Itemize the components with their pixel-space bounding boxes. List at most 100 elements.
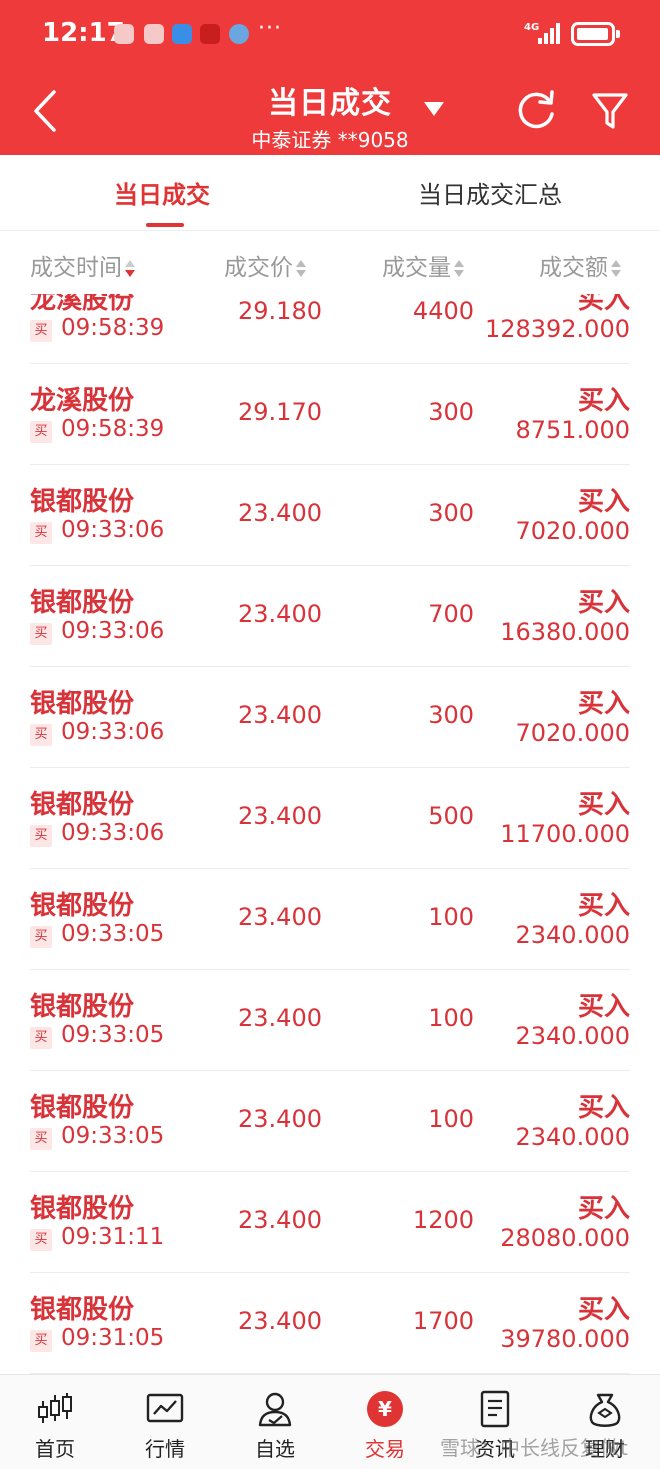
nav-home[interactable]: 首页 bbox=[0, 1375, 110, 1469]
filter-icon bbox=[592, 93, 628, 129]
table-row[interactable]: 银都股份买 09:33:05 23.400 100 买入 2340.000 bbox=[0, 869, 660, 970]
trade-time: 09:33:06 bbox=[61, 719, 165, 745]
nav-market[interactable]: 行情 bbox=[110, 1375, 220, 1469]
trade-amount: 7020.000 bbox=[515, 719, 630, 747]
trade-side: 买入 bbox=[577, 386, 630, 416]
table-header: 成交时间 成交价 成交量 成交额 bbox=[0, 232, 660, 294]
table-row[interactable]: 龙溪股份买 09:58:39 29.180 4400 买入 128392.000 bbox=[0, 294, 660, 364]
trade-list[interactable]: 龙溪股份买 09:58:39 29.180 4400 买入 128392.000 龙溪股份买… bbox=[0, 294, 660, 1374]
chevron-left-icon bbox=[34, 90, 56, 132]
trade-price: 23.400 bbox=[238, 903, 322, 931]
filter-button[interactable] bbox=[590, 90, 630, 132]
battery-icon bbox=[571, 22, 620, 46]
trade-price: 23.400 bbox=[238, 1307, 322, 1335]
sort-icon bbox=[611, 259, 621, 278]
trade-side: 买入 bbox=[577, 689, 630, 719]
browser-icon bbox=[229, 24, 249, 44]
signal-icon: 4G bbox=[524, 20, 564, 46]
nav-label: 行情 bbox=[145, 1437, 185, 1461]
trade-amount: 11700.000 bbox=[500, 820, 630, 848]
table-row[interactable]: 银都股份买 09:33:06 23.400 700 买入 16380.000 bbox=[0, 566, 660, 667]
buy-tag: 买 bbox=[30, 320, 52, 342]
active-tab-indicator bbox=[146, 223, 184, 227]
refresh-button[interactable] bbox=[514, 88, 558, 132]
column-header-quantity[interactable]: 成交量 bbox=[382, 248, 464, 282]
table-row[interactable]: 银都股份买 09:31:05 23.400 1700 买入 39780.000 bbox=[0, 1273, 660, 1374]
trade-time: 09:33:06 bbox=[61, 618, 165, 644]
table-row[interactable]: 银都股份买 09:33:06 23.400 300 买入 7020.000 bbox=[0, 465, 660, 566]
trade-amount: 28080.000 bbox=[500, 1224, 630, 1252]
stock-name: 银都股份 bbox=[30, 1295, 135, 1325]
trade-amount: 2340.000 bbox=[515, 1022, 630, 1050]
trade-amount: 2340.000 bbox=[515, 921, 630, 949]
nav-trade[interactable]: ¥ 交易 bbox=[330, 1375, 440, 1469]
tab-daily-trades-summary[interactable]: 当日成交汇总 bbox=[418, 175, 562, 210]
table-row[interactable]: 银都股份买 09:31:11 23.400 1200 买入 28080.000 bbox=[0, 1172, 660, 1273]
nav-watchlist[interactable]: 自选 bbox=[220, 1375, 330, 1469]
column-header-time[interactable]: 成交时间 bbox=[30, 248, 135, 282]
table-row[interactable]: 龙溪股份买 09:58:39 29.170 300 买入 8751.000 bbox=[0, 364, 660, 465]
column-label: 成交时间 bbox=[30, 255, 122, 281]
column-header-amount[interactable]: 成交额 bbox=[539, 248, 621, 282]
trade-time: 09:31:11 bbox=[61, 1224, 165, 1250]
trade-side: 买入 bbox=[577, 992, 630, 1022]
stock-name: 龙溪股份 bbox=[30, 294, 135, 315]
more-notifications-icon: ··· bbox=[258, 16, 282, 41]
trade-side: 买入 bbox=[577, 487, 630, 517]
table-row[interactable]: 银都股份买 09:33:06 23.400 500 买入 11700.000 bbox=[0, 768, 660, 869]
back-button[interactable] bbox=[28, 86, 68, 136]
stock-name: 银都股份 bbox=[30, 588, 135, 618]
trade-amount: 8751.000 bbox=[515, 416, 630, 444]
buy-tag: 买 bbox=[30, 1027, 52, 1049]
status-bar: 12:17 ··· 4G bbox=[0, 0, 660, 68]
buy-tag: 买 bbox=[30, 522, 52, 544]
buy-tag: 买 bbox=[30, 1229, 52, 1251]
trade-quantity: 4400 bbox=[412, 297, 474, 325]
trade-price: 29.180 bbox=[238, 297, 322, 325]
trade-time: 09:31:05 bbox=[61, 1325, 165, 1351]
stock-name: 银都股份 bbox=[30, 689, 135, 719]
trade-quantity: 100 bbox=[428, 903, 474, 931]
trade-quantity: 300 bbox=[428, 398, 474, 426]
trade-quantity: 500 bbox=[428, 802, 474, 830]
trade-time: 09:33:06 bbox=[61, 517, 165, 543]
trade-amount: 39780.000 bbox=[500, 1325, 630, 1353]
trade-quantity: 700 bbox=[428, 600, 474, 628]
account-dropdown-icon[interactable] bbox=[424, 102, 444, 116]
money-bag-icon bbox=[589, 1393, 621, 1427]
column-header-price[interactable]: 成交价 bbox=[224, 248, 306, 282]
chart-icon bbox=[146, 1393, 184, 1423]
table-row[interactable]: 银都股份买 09:33:05 23.400 100 买入 2340.000 bbox=[0, 1071, 660, 1172]
trade-price: 23.400 bbox=[238, 1206, 322, 1234]
stock-name: 银都股份 bbox=[30, 790, 135, 820]
column-label: 成交额 bbox=[539, 255, 608, 281]
trade-price: 23.400 bbox=[238, 1105, 322, 1133]
stock-name: 银都股份 bbox=[30, 487, 135, 517]
trade-quantity: 300 bbox=[428, 499, 474, 527]
trade-price: 23.400 bbox=[238, 802, 322, 830]
table-row[interactable]: 银都股份买 09:33:06 23.400 300 买入 7020.000 bbox=[0, 667, 660, 768]
trade-time: 09:58:39 bbox=[61, 416, 165, 442]
watermark-text: 雪球：中长线反复做t bbox=[440, 1436, 628, 1460]
notification-icon bbox=[114, 24, 134, 44]
trade-price: 23.400 bbox=[238, 600, 322, 628]
column-label: 成交量 bbox=[382, 255, 451, 281]
stock-name: 银都股份 bbox=[30, 1194, 135, 1224]
table-row[interactable]: 银都股份买 09:33:05 23.400 100 买入 2340.000 bbox=[0, 970, 660, 1071]
tab-bar: 当日成交 当日成交汇总 bbox=[0, 155, 660, 231]
candlestick-icon bbox=[38, 1393, 72, 1423]
stock-name: 银都股份 bbox=[30, 992, 135, 1022]
title-block[interactable]: 当日成交 中泰证券 **9058 bbox=[200, 78, 460, 153]
buy-tag: 买 bbox=[30, 1128, 52, 1150]
trade-time: 09:58:39 bbox=[61, 315, 165, 341]
trade-side: 买入 bbox=[577, 891, 630, 921]
trade-side: 买入 bbox=[577, 294, 630, 315]
tab-daily-trades[interactable]: 当日成交 bbox=[114, 175, 210, 210]
app-header: 12:17 ··· 4G 当日成交 中泰证券 **9058 bbox=[0, 0, 660, 155]
column-label: 成交价 bbox=[224, 255, 293, 281]
trade-amount: 16380.000 bbox=[500, 618, 630, 646]
buy-tag: 买 bbox=[30, 623, 52, 645]
account-subtitle: 中泰证券 **9058 bbox=[251, 128, 409, 152]
stock-name: 龙溪股份 bbox=[30, 386, 135, 416]
buy-tag: 买 bbox=[30, 926, 52, 948]
